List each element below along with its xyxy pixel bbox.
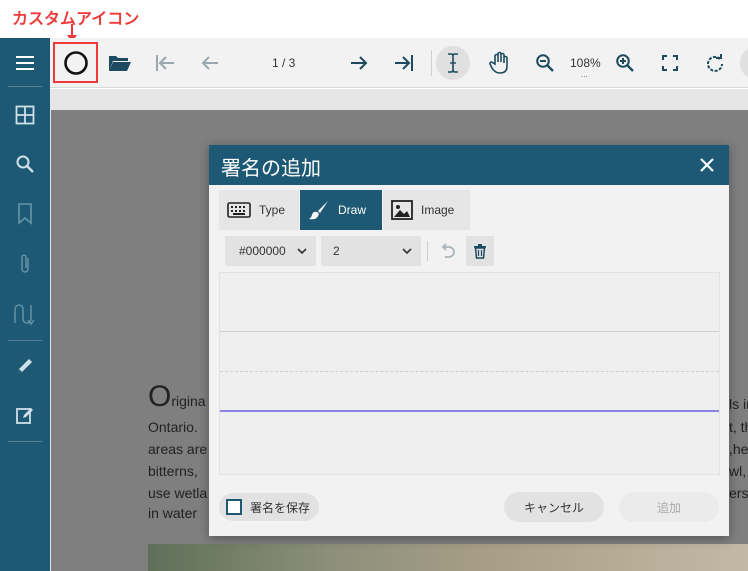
line-left-text: in water bbox=[148, 505, 198, 521]
color-select[interactable]: #000000 bbox=[225, 236, 316, 266]
dialog-header: 署名の追加 bbox=[209, 145, 729, 185]
attachment-icon[interactable] bbox=[0, 244, 50, 284]
custom-icon-button[interactable] bbox=[53, 42, 98, 83]
signature-draw-canvas[interactable] bbox=[219, 272, 720, 475]
menu-icon[interactable] bbox=[0, 43, 50, 83]
line-right-text: ,he bbox=[729, 441, 748, 457]
chevron-down-icon bbox=[402, 248, 412, 255]
tab-image-label: Image bbox=[421, 203, 455, 217]
fullscreen-icon[interactable] bbox=[653, 46, 687, 80]
sidebar bbox=[0, 38, 50, 571]
next-page-icon[interactable] bbox=[342, 46, 376, 80]
previous-page-icon[interactable] bbox=[193, 46, 227, 80]
line-left-text: areas are bbox=[148, 441, 208, 457]
add-button[interactable]: 追加 bbox=[619, 492, 719, 522]
drop-cap: O bbox=[148, 380, 172, 413]
save-signature-checkbox[interactable]: 署名を保存 bbox=[219, 493, 319, 521]
document-line: Origina bbox=[148, 382, 206, 412]
rotate-icon[interactable] bbox=[698, 46, 732, 80]
controls-divider bbox=[427, 241, 428, 261]
delete-icon[interactable] bbox=[466, 236, 494, 266]
toolbar-divider bbox=[431, 50, 432, 76]
signature-path-icon[interactable] bbox=[0, 294, 50, 334]
zoom-more[interactable]: ... bbox=[581, 70, 588, 79]
document-photo bbox=[148, 544, 748, 571]
line-left-text: rigina bbox=[171, 393, 206, 409]
circle-icon bbox=[63, 50, 88, 75]
tab-draw[interactable]: Draw bbox=[300, 190, 382, 230]
bookmark-icon[interactable] bbox=[0, 194, 50, 234]
checkbox-box[interactable] bbox=[226, 499, 242, 515]
pan-hand-icon[interactable] bbox=[483, 46, 517, 80]
line-left-text: Ontario. bbox=[148, 419, 198, 435]
stroke-width-value: 2 bbox=[333, 244, 340, 258]
tab-type-label: Type bbox=[259, 203, 286, 217]
image-icon bbox=[391, 200, 413, 220]
open-folder-icon[interactable] bbox=[103, 46, 137, 80]
toolbar-more-button[interactable] bbox=[740, 46, 748, 80]
zoom-in-icon[interactable] bbox=[608, 46, 642, 80]
line-right-text: ers bbox=[729, 485, 748, 501]
chevron-down-icon bbox=[297, 248, 307, 255]
app-root: カスタムアイコン 1 / 3 108% ... Origina ls i Ont… bbox=[0, 0, 748, 571]
line-right-text: wl, bbox=[729, 463, 747, 479]
toolbar: 1 / 3 108% ... bbox=[50, 38, 748, 88]
dialog-body: Type Draw Image #000000 2 署名を保存 キャンセル 追加 bbox=[209, 185, 729, 536]
tab-type[interactable]: Type bbox=[219, 190, 299, 230]
zoom-level[interactable]: 108% bbox=[570, 56, 601, 70]
line-right-text: ls in bbox=[729, 396, 748, 412]
line-right-text: t, th bbox=[729, 419, 748, 435]
custom-icon-annotation: カスタムアイコン bbox=[12, 9, 140, 28]
close-icon[interactable] bbox=[695, 153, 719, 177]
dialog-title: 署名の追加 bbox=[221, 156, 321, 180]
tab-image[interactable]: Image bbox=[383, 190, 470, 230]
cancel-button[interactable]: キャンセル bbox=[504, 492, 604, 522]
undo-icon[interactable] bbox=[433, 236, 461, 266]
stroke-width-select[interactable]: 2 bbox=[321, 236, 421, 266]
page-indicator[interactable]: 1 / 3 bbox=[272, 56, 295, 70]
text-select-icon[interactable] bbox=[436, 46, 470, 80]
first-page-icon[interactable] bbox=[148, 46, 182, 80]
save-signature-label: 署名を保存 bbox=[250, 500, 311, 515]
last-page-icon[interactable] bbox=[387, 46, 421, 80]
pencil-icon[interactable] bbox=[0, 346, 50, 386]
search-icon[interactable] bbox=[0, 144, 50, 184]
keyboard-icon bbox=[227, 202, 251, 218]
thumbnails-icon[interactable] bbox=[0, 95, 50, 135]
canvas-guide-top bbox=[220, 331, 719, 332]
canvas-baseline bbox=[220, 410, 719, 412]
sidebar-divider bbox=[8, 340, 42, 341]
brush-icon bbox=[309, 201, 328, 220]
sidebar-divider bbox=[8, 86, 42, 87]
add-signature-dialog: 署名の追加 Type Draw Image #000000 2 署名を保存 キャ… bbox=[209, 145, 729, 536]
line-left-text: use wetla bbox=[148, 485, 208, 501]
line-left-text: bitterns, bbox=[148, 463, 198, 479]
color-select-value: #000000 bbox=[239, 244, 286, 258]
edit-form-icon[interactable] bbox=[0, 395, 50, 435]
annotation-arrow bbox=[67, 24, 77, 42]
sidebar-divider bbox=[8, 441, 42, 442]
zoom-out-icon[interactable] bbox=[528, 46, 562, 80]
tab-draw-label: Draw bbox=[338, 203, 367, 217]
canvas-guide-middle bbox=[220, 371, 719, 372]
